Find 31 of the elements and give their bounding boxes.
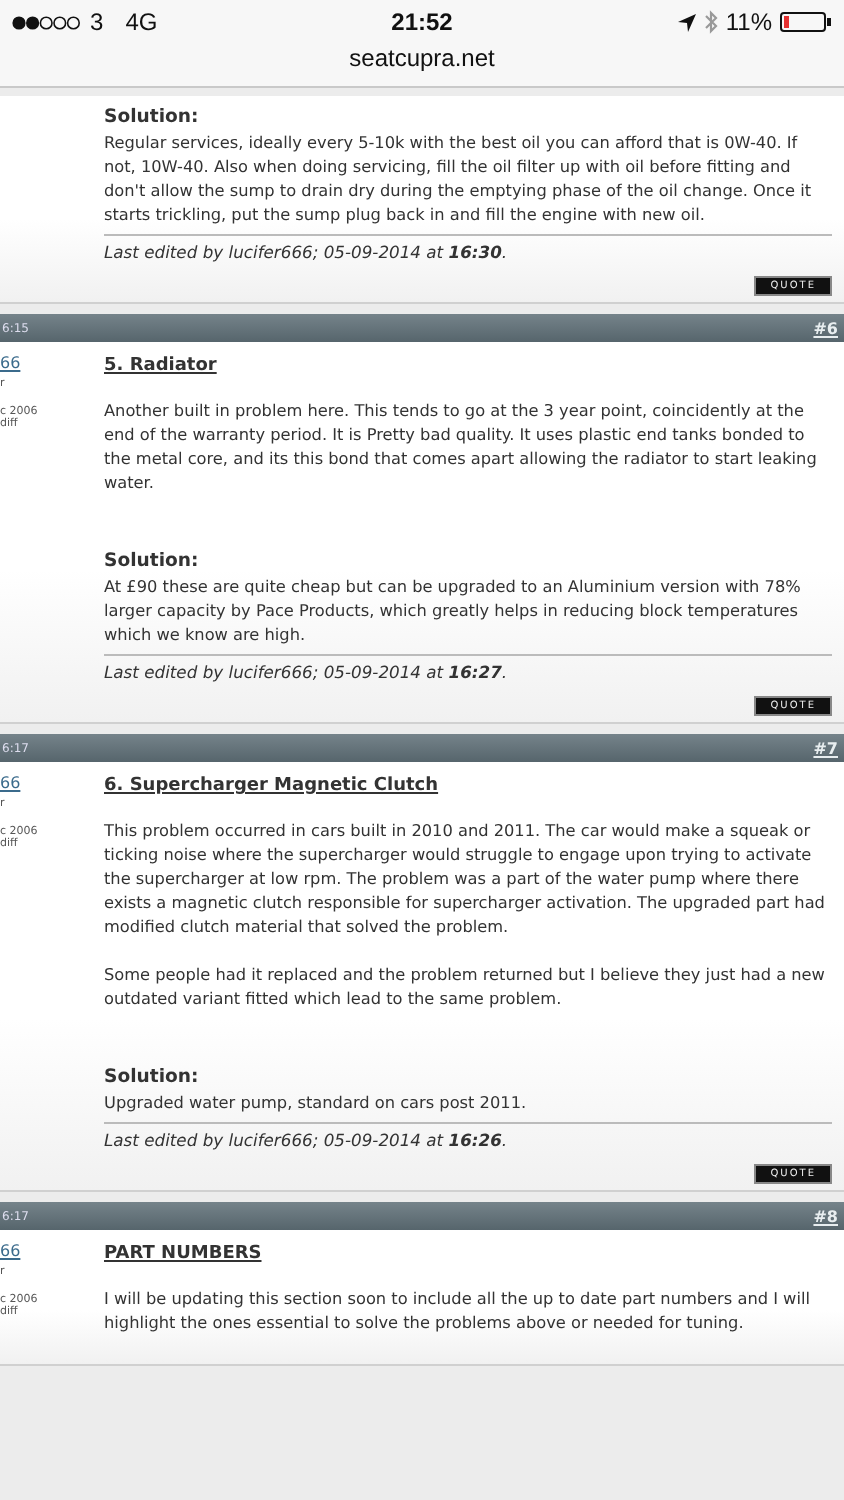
solution-label: Solution: <box>104 1066 201 1090</box>
solution-text: Upgraded water pump, standard on cars post 2011. <box>104 1090 529 1114</box>
clock: 21:52 <box>391 8 453 36</box>
username-link[interactable]: 66 <box>0 354 104 372</box>
post-heading: 6. Supercharger Magnetic Clutch <box>104 774 439 798</box>
post-paragraph: Some people had it replaced and the problem returned but I believe they just had a new outdated variant fitted which lead to the same problem. <box>104 962 827 1010</box>
post-number-link[interactable]: #8 <box>813 1207 838 1225</box>
solution-text: At £90 these are quite cheap but can be upgraded to an Aluminium version with 78% larger capacity by Pace Products, which greatly helps in reducing block temperatures which we know are high. <box>104 574 803 646</box>
address-url[interactable]: seatcupra.net <box>349 44 495 72</box>
post-paragraph: This problem occurred in cars built in 2010 and 2011. The car would make a squeak or ticking noise where the supercharger would struggle to engage upon trying to activate the supercharger at low rpm. The problem was a part of the water pump where there exists a magnetic clutch responsible for supercharger activation. The upgraded part had modified clutch material that solved the problem. <box>104 818 827 938</box>
solution-label: Solution: <box>104 550 201 574</box>
post-number-link[interactable]: #6 <box>813 319 838 337</box>
battery-icon <box>780 12 833 32</box>
location-icon <box>677 13 696 31</box>
post-heading: 5. Radiator <box>104 354 217 378</box>
post-paragraph: Another built in problem here. This tends to go at the 3 year point, coincidently at the end of the warranty period. It is Pretty bad quality. It uses plastic end tanks bonded to the metal core, and its this bond that comes apart allowing the radiator to start leaking water. <box>104 398 819 494</box>
username-link[interactable]: 66 <box>0 774 104 792</box>
username-link[interactable]: 66 <box>0 1242 104 1260</box>
solution-text: Regular services, ideally every 5-10k with the best oil you can afford that is 0W-40. If not, 10W-40. Also when doing servicing, fill the oil filter up with oil before fitting and don't allow the sump to drain dry during the emptying phase of the oil change. Once it starts trickling, put the sump plug back in and fill the engine with new oil. <box>104 130 814 226</box>
edited-note: Last edited by lucifer666; 05-09-2014 at 16:30. <box>104 234 832 264</box>
signal-icon <box>12 15 80 29</box>
edited-note: Last edited by lucifer666; 05-09-2014 at 16:26. <box>104 1122 832 1152</box>
carrier-name: 3 <box>90 8 104 36</box>
battery-percent: 11% <box>725 8 773 36</box>
post-number-link[interactable]: #7 <box>813 739 838 757</box>
post-heading: PART NUMBERS <box>104 1242 262 1266</box>
edited-note: Last edited by lucifer666; 05-09-2014 at 16:27. <box>104 654 832 684</box>
post-paragraph: I will be updating this section soon to include all the up to date part numbers and I will highlight the ones essential to solve the problems above or needed for tuning. <box>104 1286 812 1334</box>
network-type: 4G <box>125 8 158 36</box>
bluetooth-icon <box>703 10 718 34</box>
solution-label: Solution: <box>104 106 201 130</box>
